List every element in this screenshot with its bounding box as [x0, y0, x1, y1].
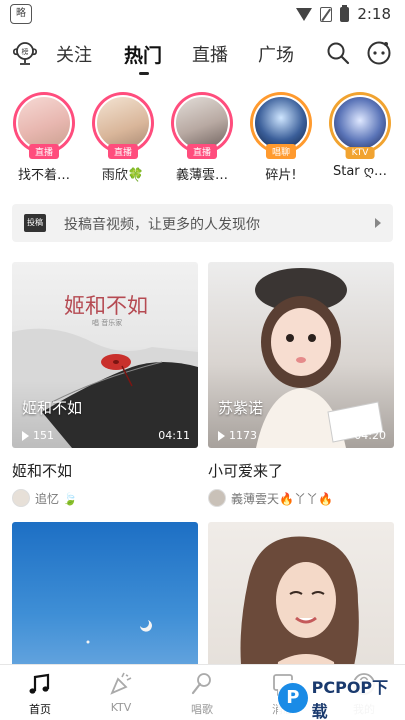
video-duration: 04:20 — [354, 429, 386, 442]
author-name: 義薄雲天🔥丫丫🔥 — [231, 491, 333, 506]
avatar — [174, 95, 230, 151]
tab-live[interactable]: 直播 — [192, 41, 228, 67]
upload-prompt-bar[interactable]: 投稿 投稿音视频，让更多的人发现你 — [12, 204, 393, 242]
chat-badge: 唱聊 — [265, 144, 297, 159]
overlay-title: 苏紫诺 — [218, 399, 264, 417]
upload-prompt-text: 投稿音视频，让更多的人发现你 — [64, 217, 260, 233]
nav-ktv[interactable]: KTV — [91, 671, 151, 714]
search-icon[interactable] — [326, 41, 350, 65]
play-count-value: 151 — [33, 429, 54, 442]
video-thumbnail[interactable]: 苏紫诺 1173 04:20 — [208, 262, 394, 448]
avatar-ring: 直播 — [92, 92, 154, 159]
nav-label: 唱歌 — [191, 703, 213, 716]
no-sim-icon — [320, 6, 333, 22]
tab-hot[interactable]: 热门 — [124, 41, 162, 68]
avatar-name: 找不着… — [17, 168, 70, 183]
active-tab-indicator — [139, 72, 149, 75]
site-watermark: P PCPOP下载 — [278, 678, 403, 720]
party-popper-icon — [110, 672, 132, 695]
tab-follow[interactable]: 关注 — [56, 41, 92, 67]
avatar-ring: 直播 — [171, 92, 233, 159]
play-icon — [218, 430, 225, 441]
video-author[interactable]: 義薄雲天🔥丫丫🔥 — [208, 489, 394, 507]
art-subtitle: 唱 音乐家 — [92, 319, 123, 327]
avatar — [208, 489, 226, 507]
author-name: 追忆 🍃 — [35, 491, 78, 506]
live-badge: 直播 — [28, 144, 60, 159]
video-title: 姬和不如 — [12, 462, 73, 480]
video-card[interactable]: 姬和不如 唱 音乐家 姬和不如 151 04:11 姬和不如 追忆 🍃 — [12, 262, 198, 507]
nav-label: KTV — [110, 701, 132, 714]
avatar — [332, 95, 388, 151]
avatar — [95, 95, 151, 151]
microphone-icon — [191, 673, 211, 695]
live-avatar-item[interactable]: 唱聊 碎片! — [248, 92, 314, 183]
art-title: 姬和不如 — [64, 294, 148, 318]
live-badge: 直播 — [186, 144, 218, 159]
trophy-icon[interactable]: 榜 — [12, 40, 38, 66]
live-avatar-item[interactable]: KTV Star ღ… — [327, 92, 393, 179]
live-badge: 直播 — [107, 144, 139, 159]
avatar-name: 碎片! — [265, 168, 297, 183]
tab-square[interactable]: 广场 — [258, 41, 294, 67]
video-author[interactable]: 追忆 🍃 — [12, 489, 198, 507]
live-avatar-item[interactable]: 直播 找不着… — [11, 92, 77, 183]
status-bar: 略 2:18 — [0, 0, 405, 30]
play-count: 151 — [22, 429, 54, 442]
avatar-name: 雨欣🍀 — [101, 168, 145, 183]
watermark-text: PCPOP下载 — [311, 678, 389, 720]
live-avatar-item[interactable]: 直播 義薄雲… — [169, 92, 235, 183]
status-time: 2:18 — [357, 5, 391, 23]
nav-home[interactable]: 首页 — [10, 671, 70, 717]
avatar — [253, 95, 309, 151]
overlay-title: 姬和不如 — [22, 399, 83, 417]
app-notification-icon: 略 — [10, 4, 32, 24]
music-note-icon — [29, 673, 50, 694]
upload-tag-icon: 投稿 — [24, 214, 46, 232]
top-header: 榜 关注 热门 直播 广场 — [0, 34, 405, 76]
play-count: 1173 — [218, 429, 257, 442]
video-duration: 04:11 — [158, 429, 190, 442]
avatar — [16, 95, 72, 151]
live-avatar-row: 直播 找不着… 直播 雨欣🍀 直播 義薄雲… 唱聊 碎片! KTV Star ღ… — [0, 92, 405, 187]
play-icon — [22, 430, 29, 441]
portrait-photo — [255, 268, 384, 448]
avatar-ring: 直播 — [13, 92, 75, 159]
video-thumbnail[interactable]: 姬和不如 唱 音乐家 姬和不如 151 04:11 — [12, 262, 198, 448]
nav-sing[interactable]: 唱歌 — [172, 671, 232, 717]
avatar-name: Star ღ… — [332, 164, 387, 179]
ktv-badge: KTV — [345, 147, 375, 159]
battery-icon — [340, 4, 350, 22]
video-card[interactable]: 苏紫诺 1173 04:20 小可爱来了 義薄雲天🔥丫丫🔥 — [208, 262, 394, 507]
svg-text:榜: 榜 — [22, 47, 29, 56]
watermark-logo: P — [278, 683, 308, 713]
wifi-icon — [296, 7, 313, 21]
avatar-ring: 唱聊 — [250, 92, 312, 159]
avatar-name: 義薄雲… — [175, 168, 228, 183]
play-count-value: 1173 — [229, 429, 257, 442]
avatar-ring: KTV — [329, 92, 391, 159]
chevron-right-icon — [375, 218, 381, 228]
avatar — [12, 489, 30, 507]
live-avatar-item[interactable]: 直播 雨欣🍀 — [90, 92, 156, 183]
video-title: 小可爱来了 — [208, 462, 284, 480]
nav-label: 首页 — [29, 703, 51, 716]
message-bubble-icon[interactable] — [366, 40, 392, 66]
